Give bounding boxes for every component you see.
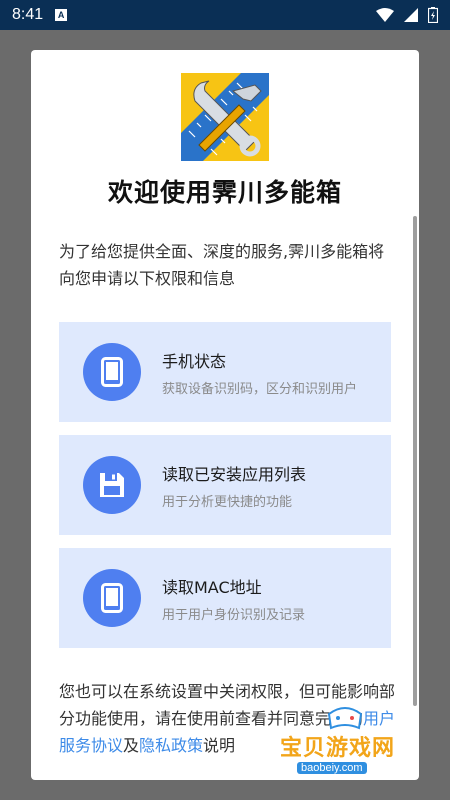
floppy-disk-icon	[83, 456, 141, 514]
watermark-url: baobeiy.com	[297, 762, 367, 774]
permission-description: 用于用户身份识别及记录	[162, 607, 306, 623]
permission-title: 手机状态	[162, 351, 227, 371]
app-logo	[181, 73, 269, 161]
permission-description: 获取设备识别码，区分和识别用户	[162, 381, 358, 397]
wifi-icon	[376, 8, 394, 22]
permission-card-phone-state: 手机状态 获取设备识别码，区分和识别用户	[59, 322, 391, 422]
status-icons	[376, 7, 438, 23]
battery-charging-icon	[428, 7, 438, 23]
intro-text: 为了给您提供全面、深度的服务,霁川多能箱将向您申请以下权限和信息	[59, 242, 385, 288]
permission-title: 读取MAC地址	[162, 577, 262, 597]
watermark-text: 宝贝游戏网	[280, 736, 396, 761]
signal-icon	[404, 8, 418, 22]
status-bar: 8:41 A	[0, 0, 450, 30]
footer-text-and: 及	[123, 736, 140, 755]
status-time: 8:41	[12, 6, 44, 23]
footer-text-after: 说明	[203, 736, 236, 755]
privacy-policy-link[interactable]: 隐私政策	[139, 736, 203, 755]
watermark: 宝贝游戏网 baobeiy.com	[275, 700, 405, 780]
phone-icon	[83, 569, 141, 627]
permission-dialog: 欢迎使用霁川多能箱 为了给您提供全面、深度的服务,霁川多能箱将向您申请以下权限和…	[31, 50, 419, 780]
notification-a-icon: A	[55, 9, 68, 21]
permission-description: 用于分析更快捷的功能	[162, 494, 293, 510]
scrollbar[interactable]	[413, 216, 417, 706]
permission-title: 读取已安装应用列表	[162, 464, 307, 484]
gamepad-icon	[327, 707, 363, 730]
phone-icon	[83, 343, 141, 401]
permission-card-mac-address: 读取MAC地址 用于用户身份识别及记录	[59, 548, 391, 648]
dialog-title: 欢迎使用霁川多能箱	[107, 178, 342, 207]
permission-card-installed-apps: 读取已安装应用列表 用于分析更快捷的功能	[59, 435, 391, 535]
